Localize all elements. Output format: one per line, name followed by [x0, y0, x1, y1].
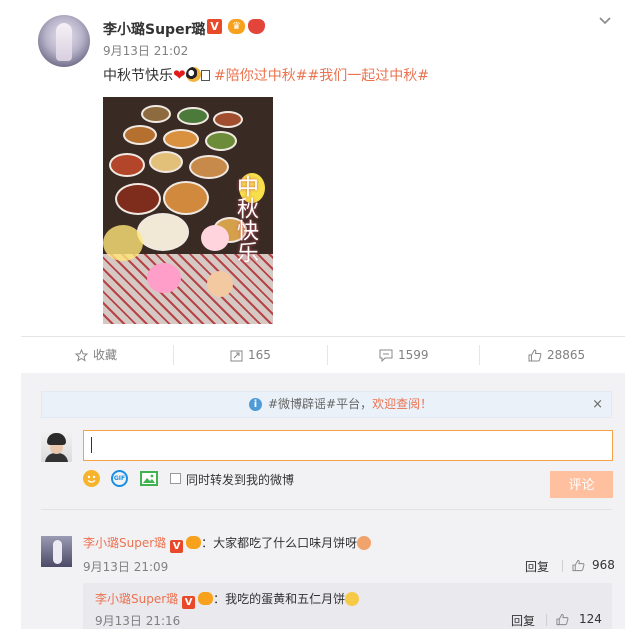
info-icon: i	[249, 398, 262, 411]
notice-link[interactable]: 欢迎查阅！	[372, 397, 432, 411]
unknown-glyph-icon	[200, 70, 210, 81]
notice-text: #微博辟谣#平台，	[268, 397, 373, 411]
author-name[interactable]: 李小璐Super璐	[103, 19, 205, 39]
post-photo[interactable]: 中秋快乐	[103, 97, 273, 324]
like-button[interactable]: 28865	[528, 337, 585, 373]
honor-badge-icon[interactable]	[248, 19, 265, 34]
photo-overlay-text: 中秋快乐	[233, 175, 258, 263]
favorite-button[interactable]: 收藏	[75, 337, 117, 373]
post-body: 中秋节快乐	[103, 68, 173, 84]
hashtag-link[interactable]: #陪你过中秋##我们一起过中秋#	[214, 68, 429, 84]
repost-icon	[230, 350, 243, 362]
comment-text: ：大家都吃了什么口味月饼呀	[201, 536, 358, 550]
gif-icon[interactable]: GIF	[111, 470, 128, 487]
submit-comment-button[interactable]: 评论	[550, 471, 613, 498]
image-icon[interactable]	[140, 471, 158, 486]
forward-checkbox[interactable]	[170, 473, 181, 484]
comment-count: 1599	[398, 348, 429, 362]
member-badge-icon	[186, 536, 202, 549]
rumor-notice-banner: i #微博辟谣#平台，欢迎查阅！ ×	[41, 391, 612, 418]
forward-label: 同时转发到我的微博	[186, 473, 295, 487]
reply-text: ：我吃的蛋黄和五仁月饼	[213, 592, 346, 606]
repost-button[interactable]: 165	[230, 337, 271, 373]
moon-emoji-icon	[185, 67, 201, 82]
thinking-emoji-icon	[357, 536, 372, 550]
like-count: 28865	[547, 348, 586, 362]
comment-icon	[379, 349, 393, 362]
member-badge-icon[interactable]: ♛	[228, 19, 245, 34]
commenter-avatar[interactable]	[41, 536, 72, 567]
thumb-up-icon	[528, 349, 542, 362]
comment-time[interactable]: 9月13日 21:09	[83, 558, 168, 575]
comment-area: i #微博辟谣#平台，欢迎查阅！ × GIF 同时转发到我的微博 评论 李小璐S…	[21, 373, 625, 629]
post-text: 中秋节快乐❤ #陪你过中秋##我们一起过中秋#	[103, 65, 429, 85]
smile-icon[interactable]	[83, 470, 100, 487]
comment-like-count: 968	[592, 558, 615, 572]
replier-name[interactable]: 李小璐Super璐	[95, 592, 178, 606]
comment-line: 李小璐Super璐 V ：大家都吃了什么口味月饼呀	[83, 534, 372, 553]
post-time[interactable]: 9月13日 21:02	[103, 42, 188, 59]
thumb-up-icon[interactable]	[556, 613, 569, 626]
reply-link[interactable]: 回复	[511, 612, 535, 629]
reply-link[interactable]: 回复	[525, 558, 549, 575]
text-cursor	[91, 437, 92, 453]
reply-like-count: 124	[579, 612, 602, 626]
repost-count: 165	[248, 348, 271, 362]
favorite-label: 收藏	[93, 348, 118, 362]
verified-badge[interactable]: V	[207, 19, 222, 34]
heart-emoji-icon: ❤	[173, 66, 186, 84]
commenter-name[interactable]: 李小璐Super璐	[83, 536, 166, 550]
chevron-down-icon[interactable]	[598, 14, 612, 28]
star-icon	[75, 349, 88, 362]
verified-badge: V	[170, 540, 184, 553]
comment-button[interactable]: 1599	[379, 337, 429, 373]
weibo-post-card: 李小璐Super璐 V ♛ 9月13日 21:02 中秋节快乐❤ #陪你过中秋#…	[0, 0, 625, 629]
current-user-avatar[interactable]	[41, 431, 72, 462]
reply-time[interactable]: 9月13日 21:16	[95, 612, 180, 629]
thumb-up-icon[interactable]	[572, 559, 585, 572]
grin-emoji-icon	[345, 592, 360, 606]
member-badge-icon	[198, 592, 214, 605]
close-icon[interactable]: ×	[592, 392, 603, 417]
comment-input[interactable]	[83, 430, 613, 461]
action-bar: 收藏 165 1599 28865	[21, 336, 625, 372]
verified-badge: V	[182, 596, 196, 609]
author-avatar[interactable]	[38, 15, 90, 67]
reply-line: 李小璐Super璐 V ：我吃的蛋黄和五仁月饼	[95, 590, 360, 609]
